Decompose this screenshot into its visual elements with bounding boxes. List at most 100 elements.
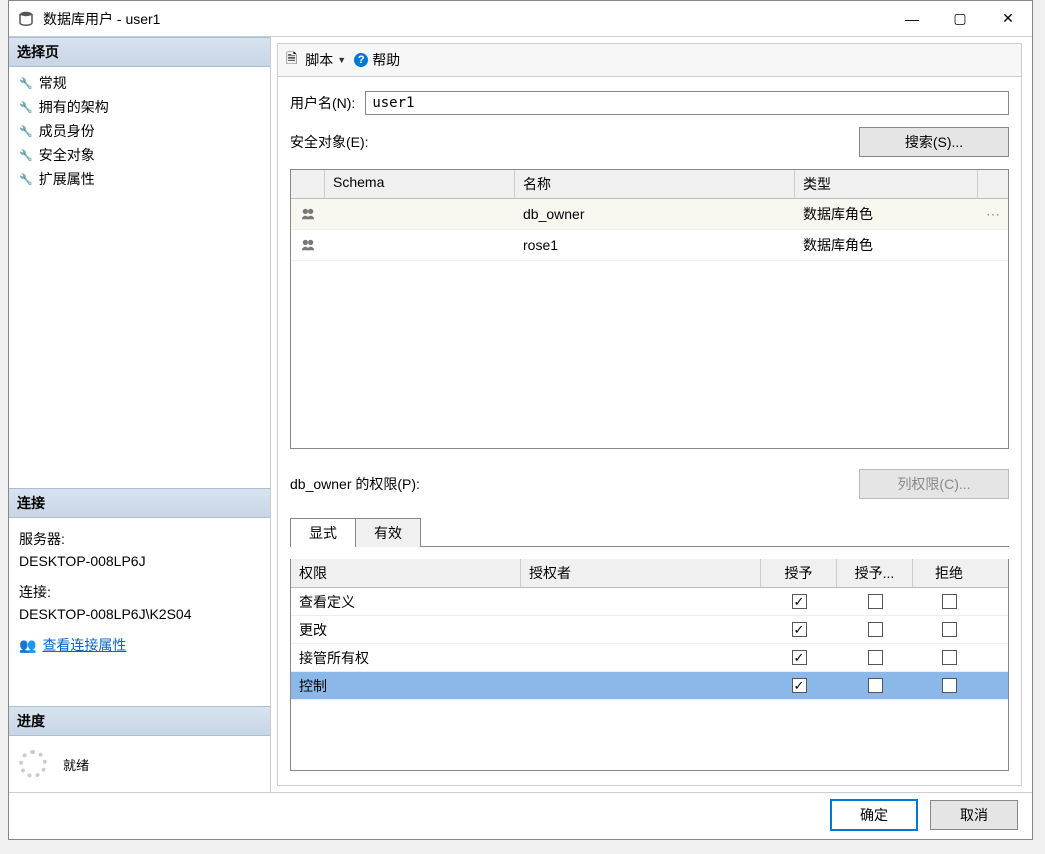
server-value: DESKTOP-008LP6J (19, 550, 260, 572)
toolbar: 🗎 脚本 ▼ ?帮助 (277, 43, 1022, 77)
connection-value: DESKTOP-008LP6J\K2S04 (19, 603, 260, 625)
cell-name: db_owner (515, 201, 795, 227)
checkbox[interactable] (792, 650, 807, 665)
wrench-icon: 🔧 (19, 101, 33, 114)
dialog-footer: 确定 取消 (9, 792, 1032, 836)
titlebar: 数据库用户 - user1 — ▢ ✕ (9, 1, 1032, 37)
col-deny[interactable]: 拒绝 (913, 559, 985, 587)
page-item-securables[interactable]: 🔧安全对象 (9, 143, 270, 167)
col-type[interactable]: 类型 (795, 170, 978, 198)
cell-grantor (521, 655, 761, 661)
close-button[interactable]: ✕ (984, 4, 1032, 34)
permissions-grid-header: 权限 授权者 授予 授予... 拒绝 (291, 559, 1008, 588)
script-dropdown[interactable]: 脚本 ▼ (305, 50, 346, 70)
checkbox[interactable] (942, 594, 957, 609)
cell-actions (978, 240, 1008, 250)
cancel-button[interactable]: 取消 (930, 800, 1018, 830)
cell-grantor (521, 683, 761, 689)
search-button[interactable]: 搜索(S)... (859, 127, 1009, 157)
page-item-owned-schemas[interactable]: 🔧拥有的架构 (9, 95, 270, 119)
ok-button[interactable]: 确定 (830, 799, 918, 831)
cell-grantor (521, 599, 761, 605)
progress-status: 就绪 (63, 755, 89, 774)
col-grant-with[interactable]: 授予... (837, 559, 913, 587)
checkbox[interactable] (792, 622, 807, 637)
securables-grid[interactable]: Schema 名称 类型 db_owner数据库角色 ⋯ rose1数据库角色 (290, 169, 1009, 449)
securable-row[interactable]: rose1数据库角色 (291, 230, 1008, 261)
permissions-for-label: db_owner 的权限(P): (290, 474, 420, 494)
cell-schema (325, 240, 515, 250)
connection-info: 服务器: DESKTOP-008LP6J 连接: DESKTOP-008LP6J… (9, 518, 270, 666)
username-input[interactable] (365, 91, 1009, 115)
wrench-icon: 🔧 (19, 77, 33, 90)
page-item-general[interactable]: 🔧常规 (9, 71, 270, 95)
content-area: 用户名(N): 安全对象(E): 搜索(S)... Schema 名称 类型 (277, 77, 1022, 786)
right-panel: 🗎 脚本 ▼ ?帮助 用户名(N): 安全对象(E): 搜索(S)... Sch… (271, 37, 1032, 792)
cell-actions: ⋯ (978, 201, 1008, 228)
checkbox[interactable] (868, 678, 883, 693)
securables-grid-header: Schema 名称 类型 (291, 170, 1008, 199)
cell-name: rose1 (515, 232, 795, 258)
permission-row[interactable]: 接管所有权 (291, 644, 1008, 672)
cell-schema (325, 209, 515, 219)
database-icon (17, 10, 35, 28)
checkbox[interactable] (942, 678, 957, 693)
cell-permission: 更改 (291, 617, 521, 643)
page-item-membership[interactable]: 🔧成员身份 (9, 119, 270, 143)
server-label: 服务器: (19, 528, 260, 550)
col-name[interactable]: 名称 (515, 170, 795, 198)
checkbox[interactable] (868, 594, 883, 609)
help-button[interactable]: ?帮助 (354, 50, 400, 70)
ellipsis-icon[interactable]: ⋯ (986, 206, 1000, 222)
tab-effective[interactable]: 有效 (355, 518, 421, 547)
checkbox[interactable] (792, 594, 807, 609)
page-item-extended-properties[interactable]: 🔧扩展属性 (9, 167, 270, 191)
securables-label: 安全对象(E): (290, 132, 369, 152)
connection-label: 连接: (19, 581, 260, 603)
cell-permission: 控制 (291, 673, 521, 699)
left-panel: 选择页 🔧常规 🔧拥有的架构 🔧成员身份 🔧安全对象 🔧扩展属性 连接 服务器:… (9, 37, 271, 792)
minimize-button[interactable]: — (888, 4, 936, 34)
checkbox[interactable] (868, 622, 883, 637)
maximize-button[interactable]: ▢ (936, 4, 984, 34)
permission-row[interactable]: 查看定义 (291, 588, 1008, 616)
wrench-icon: 🔧 (19, 125, 33, 138)
connection-header: 连接 (9, 488, 270, 518)
select-page-header: 选择页 (9, 37, 270, 67)
permission-row[interactable]: 更改 (291, 616, 1008, 644)
col-grant[interactable]: 授予 (761, 559, 837, 587)
column-permissions-button: 列权限(C)... (859, 469, 1009, 499)
wrench-icon: 🔧 (19, 149, 33, 162)
checkbox[interactable] (942, 650, 957, 665)
col-permission[interactable]: 权限 (291, 559, 521, 587)
wrench-icon: 🔧 (19, 173, 33, 186)
people-icon: 👥 (19, 637, 36, 653)
chevron-down-icon: ▼ (337, 55, 346, 65)
col-schema[interactable]: Schema (325, 170, 515, 198)
username-label: 用户名(N): (290, 93, 355, 113)
cell-permission: 查看定义 (291, 589, 521, 615)
col-grantor[interactable]: 授权者 (521, 559, 761, 587)
cell-type: 数据库角色 (795, 199, 978, 229)
page-list: 🔧常规 🔧拥有的架构 🔧成员身份 🔧安全对象 🔧扩展属性 (9, 67, 270, 195)
dialog-window: 数据库用户 - user1 — ▢ ✕ 选择页 🔧常规 🔧拥有的架构 🔧成员身份… (8, 0, 1033, 840)
cell-type: 数据库角色 (795, 230, 978, 260)
window-title: 数据库用户 - user1 (43, 9, 160, 29)
permissions-grid[interactable]: 权限 授权者 授予 授予... 拒绝 查看定义更改接管所有权控制 (290, 559, 1009, 771)
view-connection-properties-link[interactable]: 查看连接属性 (42, 637, 126, 653)
tab-explicit[interactable]: 显式 (290, 518, 356, 547)
checkbox[interactable] (792, 678, 807, 693)
cell-grantor (521, 627, 761, 633)
cell-permission: 接管所有权 (291, 645, 521, 671)
spinner-icon (19, 750, 47, 778)
progress-header: 进度 (9, 706, 270, 736)
permissions-tabs: 显式 有效 (290, 517, 1009, 547)
securable-row[interactable]: db_owner数据库角色 ⋯ (291, 199, 1008, 230)
progress-body: 就绪 (9, 736, 270, 792)
permission-row[interactable]: 控制 (291, 672, 1008, 700)
script-icon: 🗎 (286, 48, 297, 72)
role-icon (301, 238, 315, 252)
checkbox[interactable] (868, 650, 883, 665)
checkbox[interactable] (942, 622, 957, 637)
help-icon: ? (354, 53, 368, 67)
